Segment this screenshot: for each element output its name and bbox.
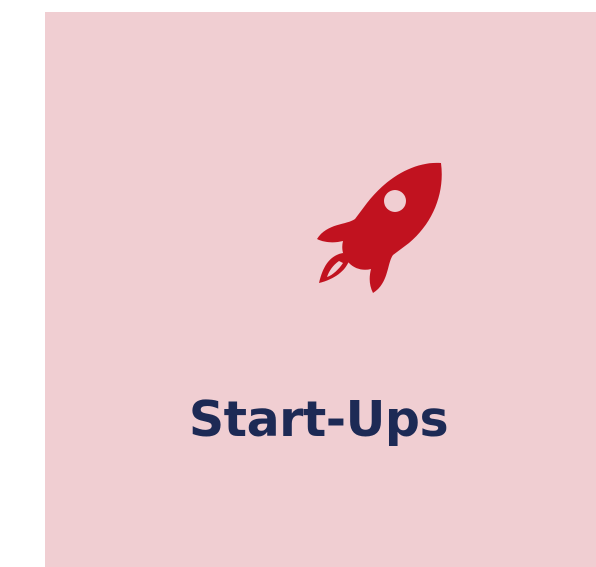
rocket-icon: [303, 157, 447, 297]
start-ups-tile[interactable]: Start-Ups: [45, 12, 596, 567]
tile-label: Start-Ups: [188, 391, 449, 448]
